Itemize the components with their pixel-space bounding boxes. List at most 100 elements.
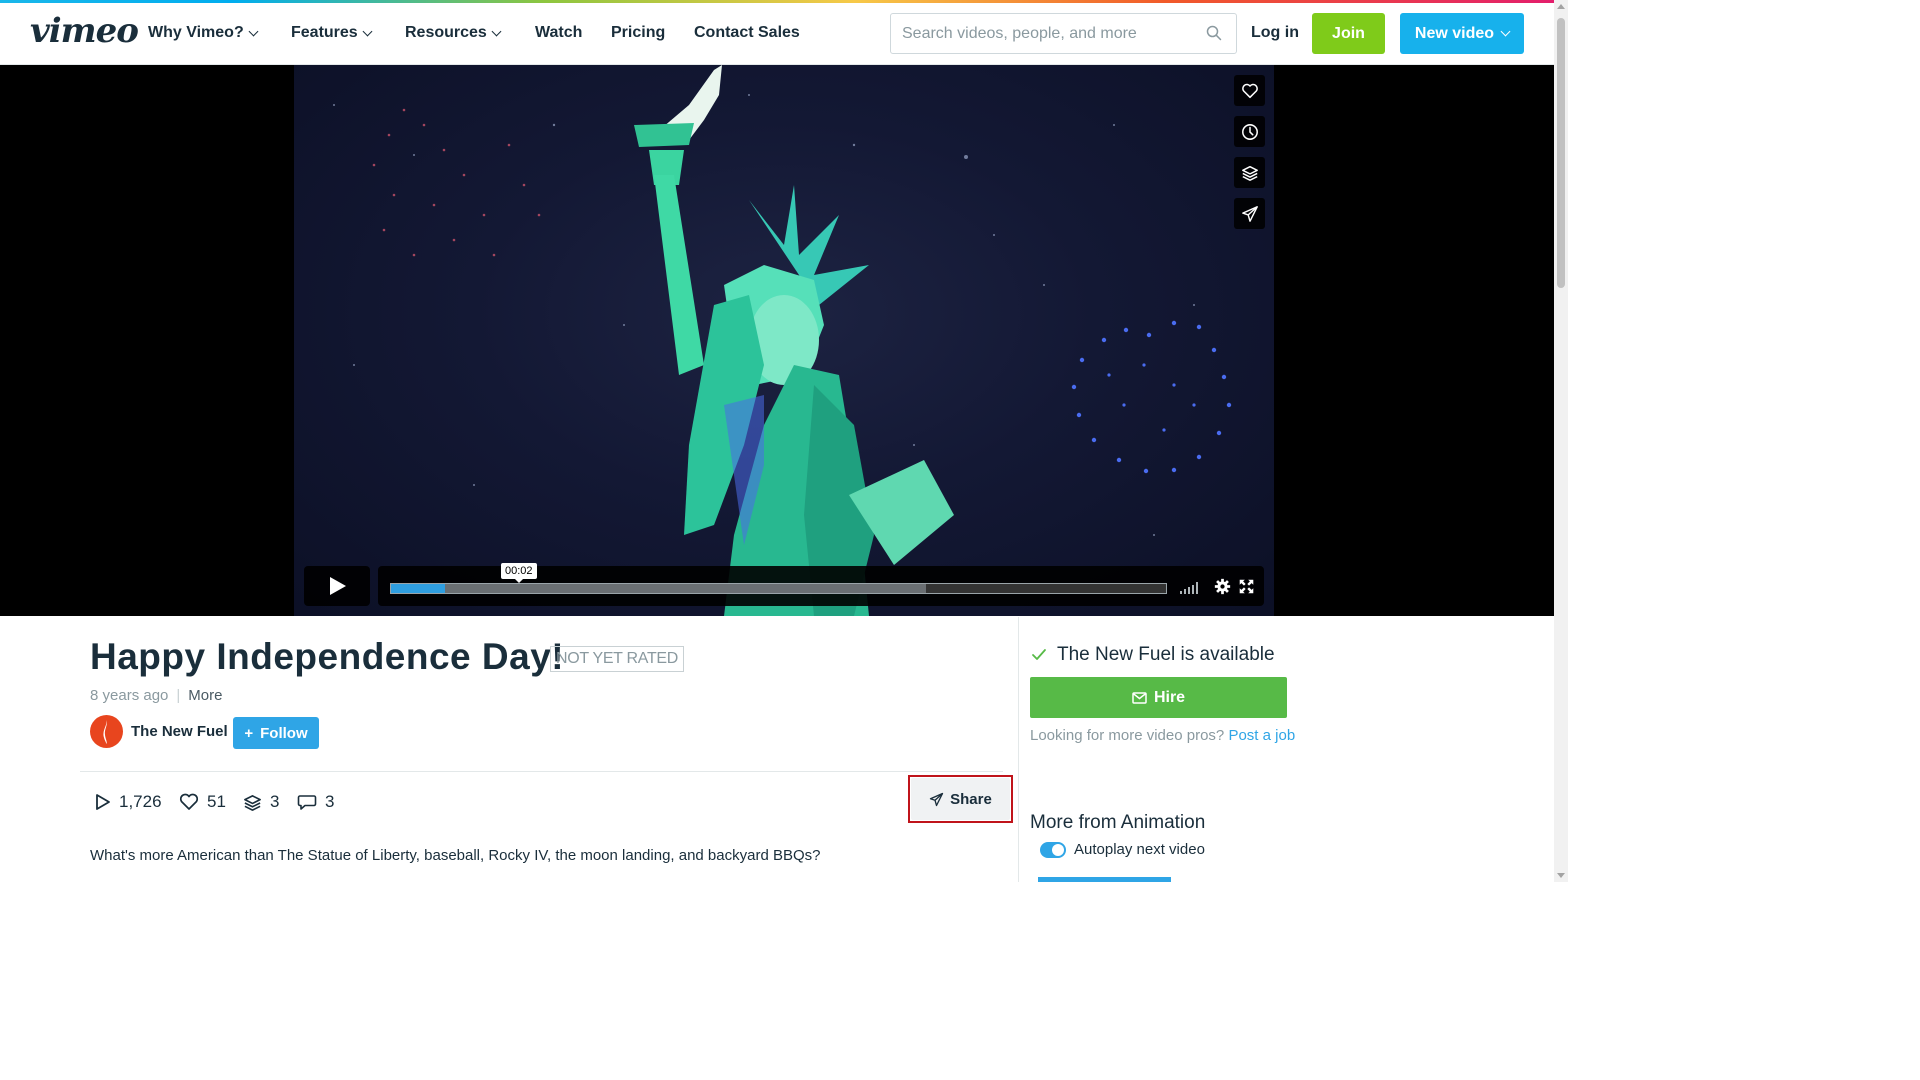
nav-watch[interactable]: Watch — [535, 24, 582, 42]
share-button[interactable]: Share — [911, 778, 1010, 820]
checkmark-icon — [1032, 649, 1046, 660]
nav-why-vimeo[interactable]: Why Vimeo? — [148, 24, 259, 42]
volume-bar — [1196, 582, 1198, 594]
meta-separator: | — [176, 687, 181, 704]
volume-bar — [1184, 589, 1186, 594]
progress-played — [391, 584, 446, 593]
follow-button[interactable]: + Follow — [233, 717, 319, 749]
autoplay-toggle[interactable] — [1040, 841, 1066, 858]
chevron-down-icon — [1500, 26, 1511, 37]
clock-icon — [1241, 123, 1258, 140]
plays-stat: 1,726 — [95, 792, 162, 812]
autoplay-setting: Autoplay next video — [1040, 841, 1205, 858]
player-share-button[interactable] — [1234, 198, 1265, 229]
video-still-liberty — [333, 65, 1232, 616]
volume-control[interactable] — [1180, 582, 1198, 594]
volume-bar — [1180, 591, 1182, 594]
owner-name[interactable]: The New Fuel — [131, 723, 228, 740]
post-job-link[interactable]: Post a job — [1228, 727, 1295, 744]
watch-later-button[interactable] — [1234, 116, 1265, 147]
column-divider — [1018, 617, 1019, 882]
rating-badge[interactable]: NOT YET RATED — [550, 646, 685, 672]
nav-label: Features — [291, 24, 358, 41]
current-time-tooltip: 00:02 — [501, 563, 537, 583]
video-frame[interactable] — [294, 65, 1274, 616]
play-icon — [330, 577, 346, 595]
more-from-heading: More from Animation — [1030, 812, 1206, 833]
search-input[interactable] — [902, 14, 1202, 53]
looking-for-pros: Looking for more video pros? Post a job — [1030, 727, 1295, 744]
play-button[interactable] — [304, 566, 370, 606]
player-controls: 00:02 — [304, 563, 1264, 606]
site-header: vimeo Why Vimeo? Features Resources Watc… — [0, 3, 1554, 65]
hire-button[interactable]: Hire — [1030, 677, 1287, 718]
video-meta: 8 years ago | More — [90, 687, 222, 704]
scrollbar-thumb[interactable] — [1557, 18, 1565, 288]
collections-count: 3 — [270, 792, 280, 811]
join-button[interactable]: Join — [1312, 13, 1385, 54]
scroll-down-arrow-icon[interactable] — [1557, 873, 1565, 878]
play-outline-icon — [96, 794, 110, 810]
autoplay-label: Autoplay next video — [1074, 841, 1205, 858]
vimeo-logo[interactable]: vimeo — [30, 11, 139, 51]
follow-label: Follow — [260, 724, 308, 742]
search-box — [890, 13, 1237, 54]
layers-icon — [244, 794, 261, 811]
share-highlight: Share — [908, 775, 1013, 823]
flame-icon — [103, 720, 107, 744]
scroll-up-arrow-icon[interactable] — [1557, 4, 1565, 9]
availability-text: The New Fuel is available — [1057, 644, 1275, 665]
next-video-thumbnail[interactable] — [1038, 877, 1171, 882]
control-bar: 00:02 — [378, 563, 1264, 606]
nav-label: Pricing — [611, 24, 666, 41]
progress-bar[interactable] — [390, 583, 1167, 594]
like-button[interactable] — [1234, 75, 1265, 106]
upload-age: 8 years ago — [90, 687, 169, 704]
nav-contact-sales[interactable]: Contact Sales — [694, 24, 800, 42]
nav-pricing[interactable]: Pricing — [611, 24, 665, 42]
likes-count: 51 — [207, 792, 226, 811]
volume-bar — [1188, 587, 1190, 594]
comment-bubble-icon — [297, 795, 317, 810]
plays-count: 1,726 — [119, 792, 162, 811]
send-icon — [929, 792, 944, 806]
fullscreen-icon[interactable] — [1238, 578, 1255, 595]
more-link[interactable]: More — [188, 687, 222, 704]
nav-label: Watch — [535, 24, 583, 41]
new-video-button[interactable]: New video — [1400, 13, 1524, 54]
likes-stat[interactable]: 51 — [179, 792, 226, 812]
chevron-down-icon — [491, 26, 502, 36]
collections-stat[interactable]: 3 — [243, 792, 279, 812]
progress-loaded — [391, 584, 926, 593]
nav-features[interactable]: Features — [291, 24, 373, 42]
plus-icon: + — [244, 724, 254, 742]
comments-count: 3 — [325, 792, 335, 811]
availability-status: The New Fuel is available — [1031, 644, 1275, 666]
nav-label: Why Vimeo? — [148, 24, 244, 41]
nav-label: Resources — [405, 24, 487, 41]
share-label: Share — [950, 790, 992, 808]
settings-gear-icon[interactable] — [1214, 578, 1231, 595]
new-video-label: New video — [1414, 24, 1495, 42]
search-icon[interactable] — [1206, 25, 1222, 41]
volume-bar — [1192, 585, 1194, 594]
chevron-down-icon — [362, 26, 373, 36]
comments-stat[interactable]: 3 — [297, 792, 334, 812]
nav-resources[interactable]: Resources — [405, 24, 502, 42]
video-title: Happy Independence Day! — [90, 636, 565, 677]
owner-avatar[interactable] — [90, 715, 123, 748]
send-icon — [1241, 205, 1258, 222]
hire-label: Hire — [1153, 688, 1186, 706]
video-description: What's more American than The Statue of … — [90, 847, 821, 864]
page-scrollbar[interactable] — [1554, 0, 1568, 882]
looking-text: Looking for more video pros? — [1030, 727, 1225, 744]
login-link[interactable]: Log in — [1251, 24, 1299, 42]
layers-icon — [1241, 165, 1258, 181]
heart-icon — [179, 793, 199, 810]
chevron-down-icon — [248, 26, 259, 36]
envelope-icon — [1132, 691, 1147, 704]
heart-icon — [1241, 83, 1258, 98]
add-to-collection-button[interactable] — [1234, 157, 1265, 188]
nav-label: Contact Sales — [694, 24, 800, 41]
stats-divider — [80, 771, 1003, 772]
